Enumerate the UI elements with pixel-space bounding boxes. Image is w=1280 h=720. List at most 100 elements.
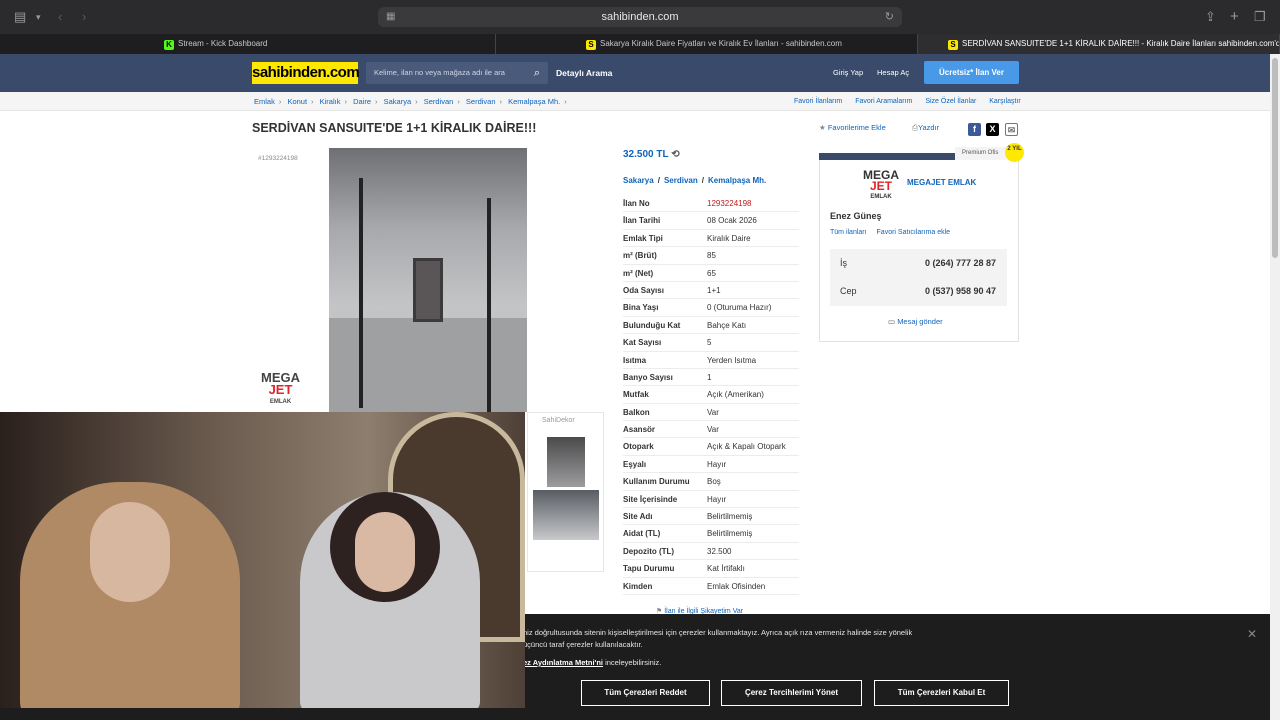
location-district[interactable]: Serdivan (664, 176, 698, 185)
breadcrumb-item[interactable]: Daire (353, 97, 371, 106)
thumbnail-strip: SahiDekor (527, 412, 604, 572)
detail-key: Bulunduğu Kat (623, 320, 681, 330)
breadcrumb-item[interactable]: Sakarya (384, 97, 412, 106)
thumbnail-image[interactable] (547, 437, 585, 487)
detail-key: m² (Brüt) (623, 251, 657, 261)
register-link[interactable]: Hesap Aç (877, 54, 909, 92)
address-bar[interactable]: ▦ sahibinden.com ↻ (378, 7, 902, 27)
breadcrumb-item[interactable]: Emlak (254, 97, 275, 106)
detail-value: Hayır (707, 494, 727, 504)
detail-value: Var (707, 425, 719, 435)
detail-row: Balkon Var (623, 404, 799, 422)
advanced-search-link[interactable]: Detaylı Arama (556, 54, 612, 92)
print-link[interactable]: ⎙Yazdır (912, 123, 939, 133)
detail-key: Otopark (623, 442, 654, 452)
x-twitter-icon[interactable]: X (986, 123, 999, 136)
detail-value: 32.500 (707, 546, 732, 556)
forward-icon[interactable]: › (82, 0, 86, 34)
back-icon[interactable]: ‹ (58, 0, 62, 34)
detail-key: Depozito (TL) (623, 546, 675, 556)
share-icon[interactable]: ⇪ (1205, 0, 1216, 34)
scrollbar-thumb[interactable] (1272, 58, 1278, 258)
detail-key: Site İçerisinde (623, 494, 678, 504)
listing-details-table: İlan No 1293224198 İlan Tarihi 08 Ocak 2026… (623, 195, 799, 595)
detail-value: 85 (707, 251, 716, 261)
detail-value: Kat İrtifaklı (707, 564, 745, 574)
favorite-searches-link[interactable]: Favori Aramalarım (855, 98, 912, 105)
close-icon[interactable]: ✕ (1247, 627, 1257, 641)
new-tab-icon[interactable]: + (1230, 0, 1239, 34)
manage-cookies-button[interactable]: Çerez Tercihlerimi Yönet (721, 680, 862, 706)
tab-sakarya-listings[interactable]: S Sakarya Kiralık Daire Fiyatları ve Kira… (496, 34, 918, 54)
detail-value: 1293224198 (707, 199, 752, 208)
phone-row: Cep 0 (537) 958 90 47 (830, 277, 1007, 305)
browser-toolbar: ▤ ▾ ‹ › ▦ sahibinden.com ↻ ⇪ + ❐ (0, 0, 1280, 34)
listing-location: Sakarya / Serdivan / Kemalpaşa Mh. (623, 176, 767, 185)
tab-title: Sakarya Kiralık Daire Fiyatları ve Kiral… (600, 39, 842, 48)
breadcrumb-item[interactable]: Konut (287, 97, 307, 106)
seller-links: Tüm ilanları Favori Satıcılarıma ekle (830, 229, 950, 236)
detail-key: Tapu Durumu (623, 564, 675, 574)
send-message-link[interactable]: ▭ Mesaj gönder (888, 317, 943, 326)
tab-kick[interactable]: K Stream - Kick Dashboard (0, 34, 496, 54)
detail-value: Açık (Amerikan) (707, 390, 764, 400)
page-scrollbar[interactable] (1270, 54, 1280, 720)
sidebar-toggle-icon[interactable]: ▤ (14, 0, 26, 34)
detail-row: İlan No 1293224198 (623, 195, 799, 213)
detail-row: Mutfak Açık (Amerikan) (623, 386, 799, 404)
all-ads-link[interactable]: Tüm ilanları (830, 229, 867, 236)
site-logo[interactable]: sahibinden.com (252, 62, 360, 84)
email-icon[interactable]: ✉ (1005, 123, 1018, 136)
detail-value: Emlak Ofisinden (707, 581, 766, 591)
detail-key: İlan Tarihi (623, 216, 661, 226)
webcam-overlay (0, 412, 525, 708)
detail-row: Depozito (TL) 32.500 (623, 543, 799, 561)
reject-all-cookies-button[interactable]: Tüm Çerezleri Reddet (581, 680, 710, 706)
seller-name-link[interactable]: MEGAJET EMLAK (907, 178, 976, 187)
page-icon: ▦ (386, 11, 396, 22)
personalized-listings-link[interactable]: Size Özel İlanlar (925, 98, 976, 105)
search-icon[interactable]: ⌕ (534, 62, 540, 84)
location-city[interactable]: Sakarya (623, 176, 654, 185)
detail-row: Kat Sayısı 5 (623, 334, 799, 352)
tab-title: Stream - Kick Dashboard (178, 39, 268, 48)
add-favorite-label: Favorilerime Ekle (827, 123, 886, 132)
location-neighborhood[interactable]: Kemalpaşa Mh. (708, 176, 766, 185)
phone-number[interactable]: 0 (537) 958 90 47 (925, 277, 996, 305)
accept-all-cookies-button[interactable]: Tüm Çerezleri Kabul Et (874, 680, 1009, 706)
favorite-listings-link[interactable]: Favori İlanlarım (794, 98, 842, 105)
add-favorite-link[interactable]: ★ Favorilerime Ekle (819, 123, 886, 132)
privacy-notice-link[interactable]: ez Aydınlatma Metni'ni (523, 658, 603, 667)
reload-icon[interactable]: ↻ (885, 7, 894, 27)
detail-row: Aidat (TL) Belirtilmemiş (623, 525, 799, 543)
breadcrumb-item[interactable]: Kiralık (320, 97, 341, 106)
breadcrumb-item[interactable]: Kemalpaşa Mh. (508, 97, 560, 106)
main-listing-photo[interactable] (329, 148, 527, 412)
search-input[interactable]: Kelime, ilan no veya mağaza adı ile ara … (366, 62, 548, 84)
tab-overview-icon[interactable]: ❐ (1254, 0, 1266, 34)
breadcrumb-item[interactable]: Serdivan (424, 97, 454, 106)
detail-value: Belirtilmemiş (707, 529, 753, 539)
phone-label: Cep (840, 286, 857, 296)
detail-key: Aidat (TL) (623, 529, 661, 539)
message-icon: ▭ (888, 317, 896, 326)
star-icon: ★ (819, 123, 826, 132)
person-left (20, 482, 240, 708)
detail-value: Belirtilmemiş (707, 512, 753, 522)
thumbnail-image[interactable] (533, 490, 599, 540)
chevron-down-icon[interactable]: ▾ (36, 0, 41, 34)
compare-link[interactable]: Karşılaştır (989, 98, 1021, 105)
post-ad-button[interactable]: Ücretsiz* İlan Ver (924, 61, 1019, 84)
facebook-icon[interactable]: f (968, 123, 981, 136)
listing-price: 32.500 TL ⟲ (623, 149, 680, 160)
detail-value: Hayır (707, 459, 727, 469)
tab-current-listing[interactable]: S SERDİVAN SANSUITE'DE 1+1 KİRALIK DAİRE!… (918, 34, 1280, 54)
detail-row: Tapu Durumu Kat İrtifaklı (623, 560, 799, 578)
add-favorite-seller-link[interactable]: Favori Satıcılarıma ekle (877, 229, 951, 236)
detail-key: İlan No (623, 199, 650, 208)
price-history-icon[interactable]: ⟲ (671, 149, 679, 160)
seller-logo[interactable]: MEGA JET EMLAK (863, 169, 899, 203)
phone-number[interactable]: 0 (264) 777 28 87 (925, 249, 996, 277)
breadcrumb-item[interactable]: Serdivan (466, 97, 496, 106)
login-link[interactable]: Giriş Yap (833, 54, 863, 92)
